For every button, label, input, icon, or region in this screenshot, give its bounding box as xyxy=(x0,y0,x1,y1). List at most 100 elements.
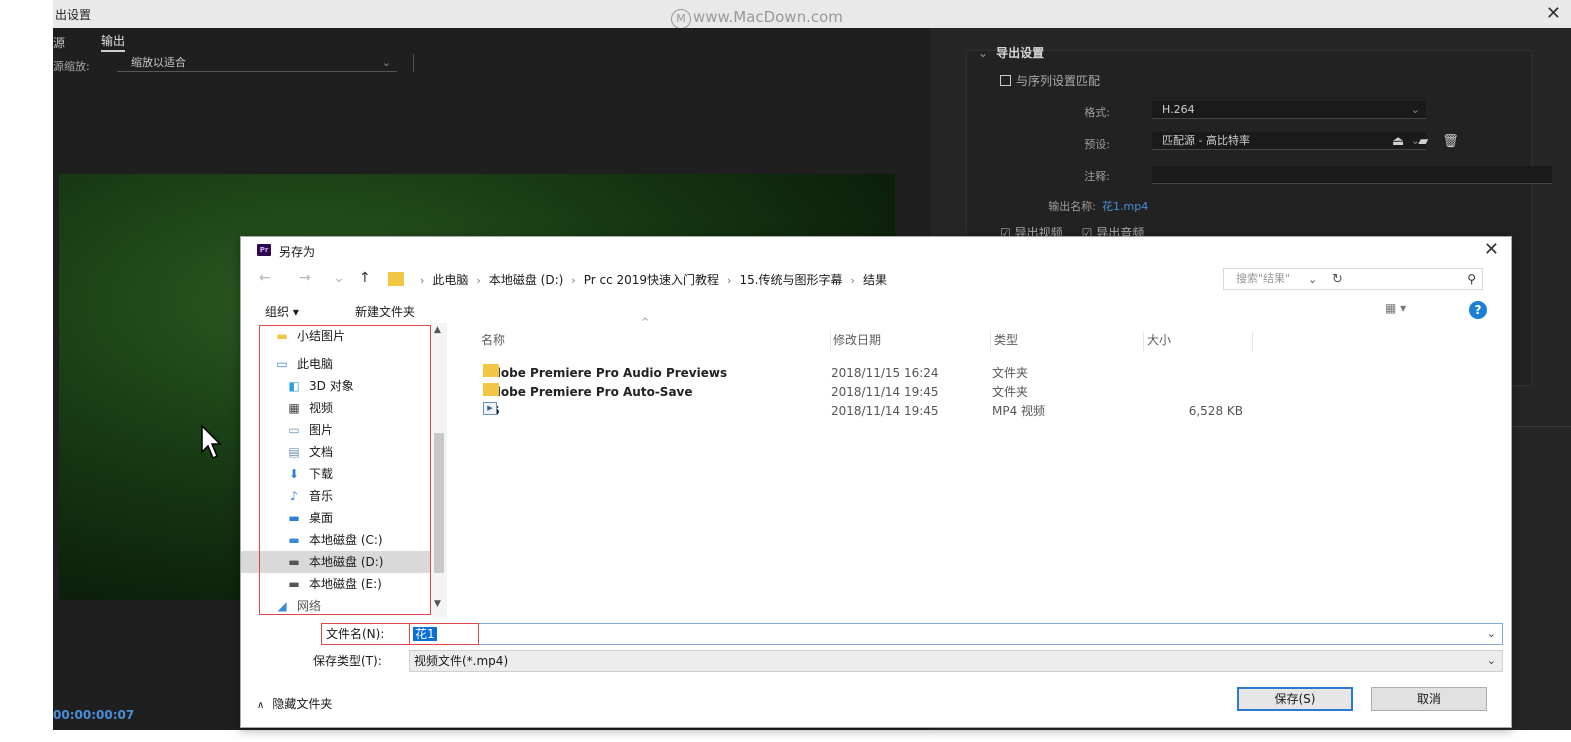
organize-button[interactable]: 组织 ▾ xyxy=(265,303,299,320)
sort-ascending-icon: ^ xyxy=(641,317,650,328)
up-arrow-icon[interactable]: ↑ xyxy=(359,270,371,286)
breadcrumb-item[interactable]: 本地磁盘 (D:) xyxy=(489,273,563,287)
filetype-row: 保存类型(T): 视频文件(*.mp4) ⌄ xyxy=(241,648,1511,672)
source-scale-value: 缩放以适合 xyxy=(131,56,186,69)
breadcrumb-separator[interactable]: › xyxy=(476,274,480,287)
video-file-icon: ▶ xyxy=(483,402,497,415)
filetype-value: 视频文件(*.mp4) xyxy=(414,654,509,668)
save-preset-icon[interactable]: ⏏ xyxy=(1392,134,1418,149)
format-label: 格式: xyxy=(1084,106,1110,119)
file-row[interactable]: ▶15 2018/11/14 19:45 MP4 视频 6,528 KB xyxy=(451,402,1251,421)
address-bar[interactable]: › 此电脑 › 本地磁盘 (D:) › Pr cc 2019快速入门教程 › 15.传统与图形… xyxy=(387,268,1343,292)
breadcrumb-item[interactable]: 结果 xyxy=(863,273,887,287)
folder-icon xyxy=(483,383,499,396)
delete-preset-icon[interactable]: 🗑 xyxy=(1442,134,1473,149)
search-placeholder: 搜索"结果" xyxy=(1236,272,1291,285)
search-input[interactable]: 搜索"结果" ⚲ xyxy=(1223,268,1483,290)
filename-row: 文件名(N): 花1 ⌄ xyxy=(241,621,1511,645)
format-select[interactable]: H.264 ⌄ xyxy=(1152,101,1426,119)
file-date: 2018/11/15 16:24 xyxy=(831,366,939,380)
breadcrumb-item[interactable]: 此电脑 xyxy=(432,273,468,287)
navigation-bar: ← → ⌄ ↑ › 此电脑 › 本地磁盘 (D:) › Pr cc 2019快速入门教程 ›… xyxy=(241,267,1511,293)
tab-source[interactable]: 源 xyxy=(53,34,65,51)
collapse-chevron-icon: ⌄ xyxy=(978,46,989,60)
export-settings-heading[interactable]: ⌄ 导出设置 xyxy=(978,44,1044,61)
preset-actions: ⏏▰🗑 xyxy=(1392,134,1473,149)
export-settings-close-icon[interactable]: ✕ xyxy=(1546,3,1561,24)
file-type: MP4 视频 xyxy=(992,404,1046,418)
source-scale-select[interactable]: 缩放以适合 ⌄ xyxy=(117,54,397,72)
chevron-down-icon: ⌄ xyxy=(1410,103,1420,116)
file-row[interactable]: Adobe Premiere Pro Audio Previews 2018/11… xyxy=(451,364,1251,383)
filename-value: 花1 xyxy=(413,627,437,641)
breadcrumb-item[interactable]: Pr cc 2019快速入门教程 xyxy=(584,273,719,287)
timecode: 00:00:00:07 xyxy=(53,708,135,722)
breadcrumb-separator[interactable]: › xyxy=(420,274,424,287)
checkbox-icon xyxy=(1000,75,1011,86)
new-folder-button[interactable]: 新建文件夹 xyxy=(355,303,415,320)
export-settings-title: 出设置 xyxy=(55,8,92,22)
toolbar-divider xyxy=(413,54,414,72)
chevron-down-icon: ⌄ xyxy=(1486,654,1496,667)
breadcrumb: › 此电脑 › 本地磁盘 (D:) › Pr cc 2019快速入门教程 › 15.传统与图形… xyxy=(412,269,887,292)
file-list: ^ 名称 修改日期 类型 大小 Adobe Premiere Pro Audio… xyxy=(451,317,1511,617)
chevron-down-icon[interactable]: ⌄ xyxy=(1487,624,1496,644)
export-settings-titlebar: 出设置 Mwww.MacDown.com ✕ xyxy=(53,0,1571,29)
file-type: 文件夹 xyxy=(992,385,1029,399)
help-icon[interactable]: ? xyxy=(1469,301,1487,319)
preset-label: 预设: xyxy=(1084,138,1110,151)
output-name-label: 输出名称: xyxy=(1048,200,1096,213)
dialog-close-icon[interactable]: ✕ xyxy=(1484,239,1499,260)
back-arrow-icon[interactable]: ← xyxy=(259,270,271,286)
navigation-pane: ▬ 小结图片 ▭ 此电脑 ◧ 3D 对象 ▦ 视频 ▭ 图片 ▤ 文档 ⬇ 下载 ♪ 音乐 ▬ 桌面 ▬ 本地磁盘 (… xyxy=(241,323,447,617)
premiere-app-icon: Pr xyxy=(257,244,271,256)
file-date: 2018/11/14 19:45 xyxy=(831,385,939,399)
column-header-size[interactable]: 大小 xyxy=(1145,331,1253,351)
comment-label: 注释: xyxy=(1084,170,1110,183)
comment-input[interactable] xyxy=(1152,166,1552,184)
file-name: Adobe Premiere Pro Audio Previews xyxy=(483,364,727,383)
cancel-button[interactable]: 取消 xyxy=(1371,687,1487,711)
output-name-link[interactable]: 花1.mp4 xyxy=(1102,198,1148,214)
match-sequence-checkbox[interactable]: 与序列设置匹配 xyxy=(1000,72,1100,89)
highlight-annotation xyxy=(259,325,431,615)
breadcrumb-separator[interactable]: › xyxy=(851,274,855,287)
column-header-name[interactable]: 名称 xyxy=(479,331,831,351)
scroll-up-icon[interactable]: ▲ xyxy=(434,325,441,335)
forward-arrow-icon[interactable]: → xyxy=(299,270,311,286)
save-button[interactable]: 保存(S) xyxy=(1237,687,1353,711)
search-icon: ⚲ xyxy=(1467,272,1476,286)
breadcrumb-item[interactable]: 15.传统与图形字幕 xyxy=(739,273,842,287)
file-size: 6,528 KB xyxy=(1188,404,1243,418)
dialog-footer: ∧ 隐藏文件夹 保存(S) 取消 xyxy=(241,683,1511,723)
chevron-up-icon: ∧ xyxy=(257,700,265,711)
breadcrumb-separator[interactable]: › xyxy=(571,274,575,287)
filetype-select[interactable]: 视频文件(*.mp4) ⌄ xyxy=(409,650,1503,672)
view-options-button[interactable]: ▦ ▾ xyxy=(1385,301,1406,315)
import-preset-icon[interactable]: ▰ xyxy=(1418,134,1442,149)
column-header-date[interactable]: 修改日期 xyxy=(831,331,991,351)
mouse-cursor-icon xyxy=(201,424,222,460)
file-name-text: Adobe Premiere Pro Auto-Save xyxy=(483,385,693,399)
file-type: 文件夹 xyxy=(992,366,1029,380)
hide-folders-toggle[interactable]: ∧ 隐藏文件夹 xyxy=(257,695,332,712)
watermark-logo-icon: M xyxy=(671,9,691,29)
watermark-text: www.MacDown.com xyxy=(693,8,843,26)
scrollbar-thumb[interactable] xyxy=(434,433,444,573)
file-name: Adobe Premiere Pro Auto-Save xyxy=(483,383,693,402)
filename-input[interactable]: 花1 ⌄ xyxy=(409,623,1503,645)
folder-icon xyxy=(388,272,404,286)
navigation-scrollbar[interactable]: ▲ ▼ xyxy=(431,323,447,617)
dialog-titlebar: Pr 另存为 ✕ xyxy=(241,237,1511,265)
file-row[interactable]: Adobe Premiere Pro Auto-Save 2018/11/14 1… xyxy=(451,383,1251,402)
recent-locations-icon[interactable]: ⌄ xyxy=(333,270,345,286)
chevron-down-icon: ⌄ xyxy=(381,56,391,69)
save-as-dialog: Pr 另存为 ✕ ← → ⌄ ↑ › 此电脑 › 本地磁盘 (D:) › Pr cc 20… xyxy=(240,236,1512,728)
preset-select[interactable]: 匹配源 - 高比特率 ⌄ xyxy=(1152,132,1426,150)
tab-output[interactable]: 输出 xyxy=(101,32,126,52)
filetype-label: 保存类型(T): xyxy=(313,654,382,668)
column-header-type[interactable]: 类型 xyxy=(992,331,1144,351)
file-name-text: Adobe Premiere Pro Audio Previews xyxy=(483,366,728,380)
scroll-down-icon[interactable]: ▼ xyxy=(434,599,441,609)
breadcrumb-separator[interactable]: › xyxy=(727,274,731,287)
